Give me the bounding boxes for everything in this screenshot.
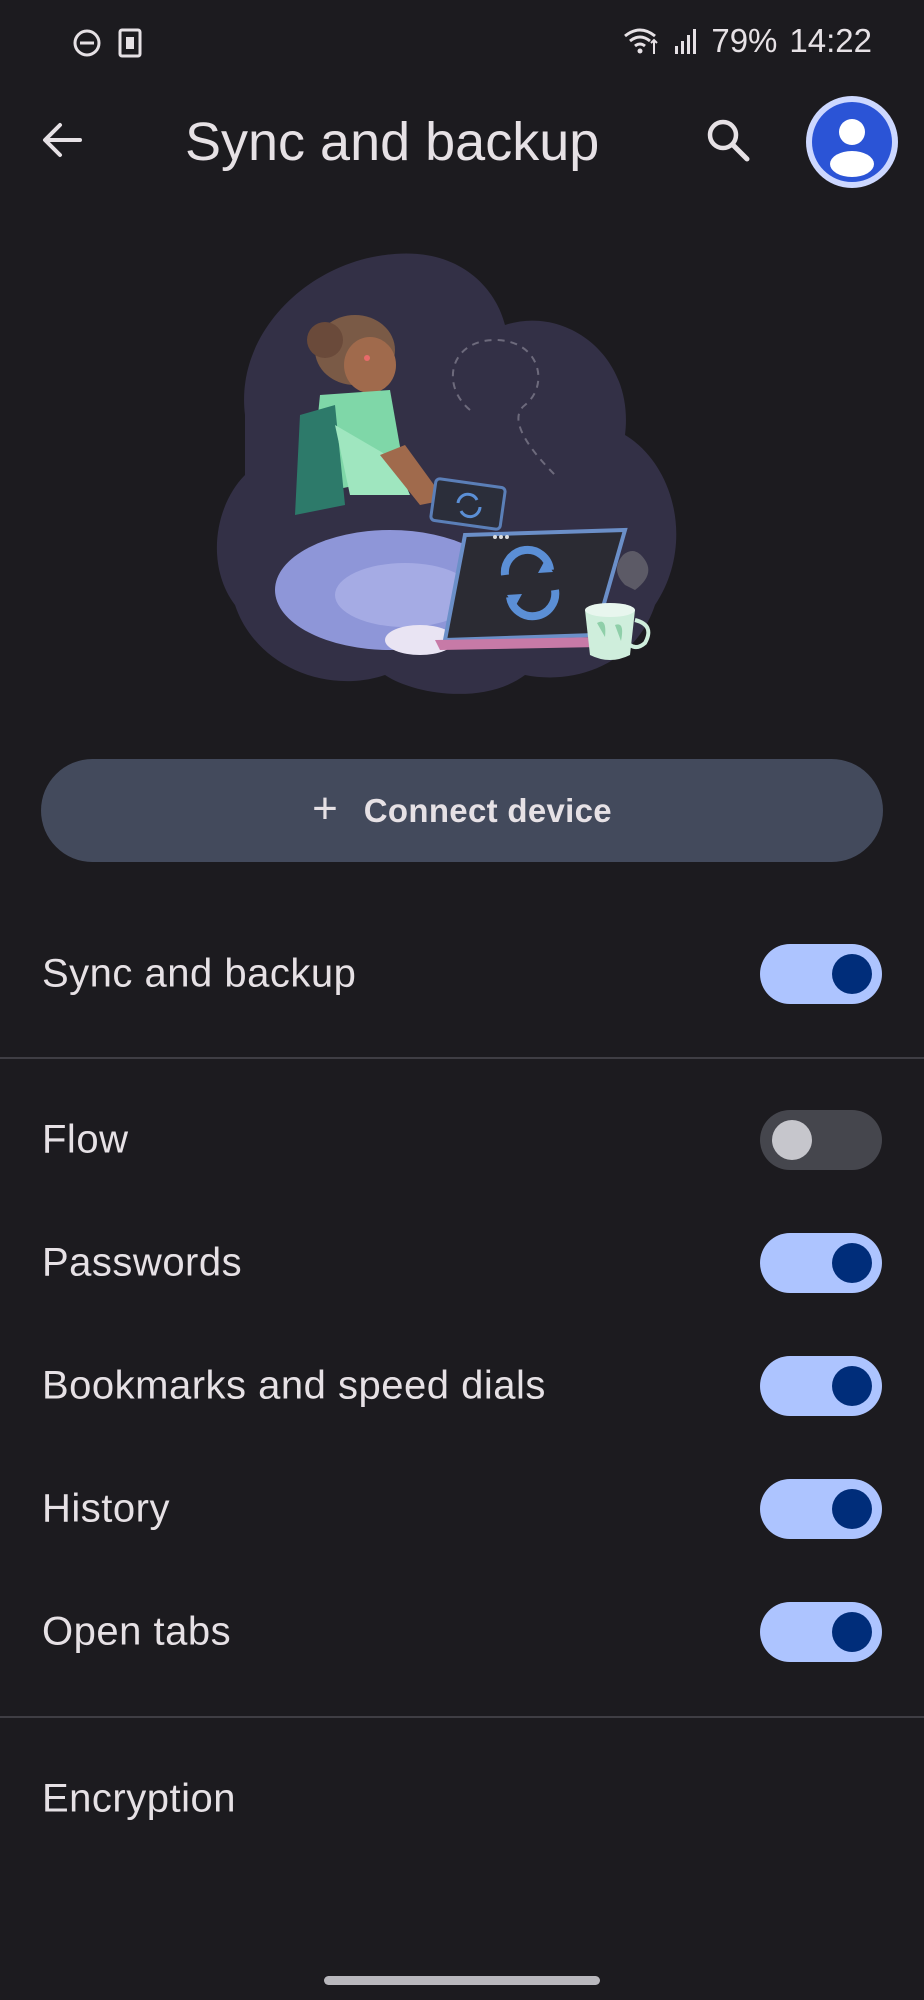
sync-item-label: History bbox=[42, 1486, 170, 1531]
switch-thumb bbox=[832, 1612, 872, 1652]
sync-item-open-tabs[interactable]: Open tabs bbox=[0, 1577, 924, 1687]
bookmarks-switch[interactable] bbox=[760, 1356, 882, 1416]
search-button[interactable] bbox=[696, 108, 760, 172]
passwords-switch[interactable] bbox=[760, 1233, 882, 1293]
sync-item-flow[interactable]: Flow bbox=[0, 1085, 924, 1195]
divider bbox=[0, 1057, 924, 1059]
switch-thumb bbox=[832, 1366, 872, 1406]
account-icon bbox=[812, 102, 892, 182]
divider bbox=[0, 1716, 924, 1718]
home-indicator[interactable] bbox=[324, 1976, 600, 1985]
sync-item-label: Open tabs bbox=[42, 1609, 232, 1654]
open-tabs-switch[interactable] bbox=[760, 1602, 882, 1662]
search-icon bbox=[707, 119, 750, 162]
switch-thumb bbox=[832, 954, 872, 994]
flow-switch[interactable] bbox=[760, 1110, 882, 1170]
sync-item-history[interactable]: History bbox=[0, 1454, 924, 1564]
switch-thumb bbox=[832, 1489, 872, 1529]
sync-item-label: Flow bbox=[42, 1117, 129, 1162]
account-avatar[interactable] bbox=[806, 96, 898, 188]
sync-and-backup-label: Sync and backup bbox=[42, 951, 357, 996]
switch-thumb bbox=[832, 1243, 872, 1283]
wifi-icon bbox=[624, 28, 659, 54]
connect-device-button[interactable]: + Connect device bbox=[41, 759, 883, 862]
clock: 14:22 bbox=[789, 22, 872, 59]
sync-item-label: Passwords bbox=[42, 1240, 243, 1285]
arrow-back-icon bbox=[43, 123, 82, 157]
status-icons-right: 79% 14:22 bbox=[623, 22, 872, 60]
plus-icon: + bbox=[312, 783, 338, 833]
status-bar: 79% 14:22 bbox=[0, 0, 924, 90]
nfc-icon bbox=[118, 28, 142, 58]
sync-item-bookmarks[interactable]: Bookmarks and speed dials bbox=[0, 1331, 924, 1441]
encryption-row[interactable]: Encryption bbox=[0, 1744, 924, 1854]
sync-item-label: Bookmarks and speed dials bbox=[42, 1363, 546, 1408]
connect-device-label: Connect device bbox=[363, 791, 612, 829]
back-button[interactable] bbox=[30, 108, 94, 172]
sync-and-backup-row[interactable]: Sync and backup bbox=[0, 919, 924, 1029]
sync-and-backup-switch[interactable] bbox=[760, 944, 882, 1004]
battery-percentage: 79% bbox=[711, 22, 778, 59]
signal-icon bbox=[675, 29, 697, 54]
status-icons-left bbox=[72, 28, 142, 58]
sync-illustration bbox=[216, 253, 677, 694]
history-switch[interactable] bbox=[760, 1479, 882, 1539]
encryption-label: Encryption bbox=[42, 1776, 236, 1821]
do-not-disturb-icon bbox=[73, 29, 101, 57]
sync-item-passwords[interactable]: Passwords bbox=[0, 1208, 924, 1318]
switch-thumb bbox=[772, 1120, 812, 1160]
page-title: Sync and backup bbox=[185, 112, 600, 172]
